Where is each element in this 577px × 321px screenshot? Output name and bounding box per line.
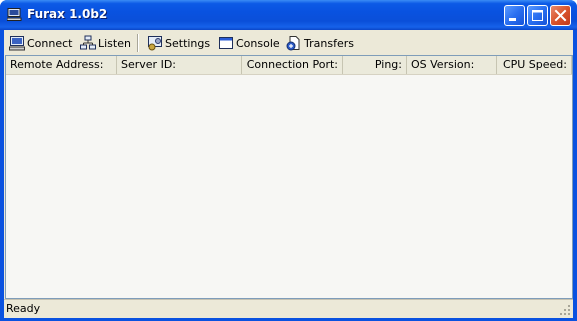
- column-header-cpu-speed[interactable]: CPU Speed:: [497, 56, 572, 74]
- column-header-os-version[interactable]: OS Version:: [407, 56, 497, 74]
- app-window: Furax 1.0b2 Connect Listen Settings Cons…: [0, 0, 577, 321]
- computer-connect-icon: [9, 36, 25, 51]
- settings-label: Settings: [165, 36, 211, 50]
- minimize-icon: [509, 18, 516, 21]
- toolbar-separator: [137, 34, 139, 52]
- computer-icon: [7, 8, 22, 21]
- transfers-label: Transfers: [304, 36, 354, 50]
- transfers-icon: [286, 36, 300, 51]
- maximize-button[interactable]: [527, 5, 548, 26]
- list-header: Remote Address: Server ID: Connection Po…: [6, 56, 572, 75]
- title-bar[interactable]: Furax 1.0b2: [0, 0, 577, 30]
- toolbar: Connect Listen Settings Console Transfer…: [4, 30, 573, 55]
- console-button[interactable]: Console: [218, 34, 280, 52]
- column-header-connection-port[interactable]: Connection Port:: [242, 56, 343, 74]
- status-bar: Ready: [4, 299, 573, 318]
- settings-icon: [148, 36, 162, 51]
- listen-button[interactable]: Listen: [80, 34, 131, 52]
- connect-label: Connect: [27, 36, 73, 50]
- resize-grip-icon[interactable]: [559, 304, 571, 316]
- console-window-icon: [219, 37, 233, 49]
- settings-button[interactable]: Settings: [147, 34, 210, 52]
- minimize-button[interactable]: [504, 5, 525, 26]
- status-text: Ready: [6, 302, 41, 315]
- maximize-icon: [532, 10, 543, 21]
- client-area: Connect Listen Settings Console Transfer…: [4, 30, 573, 318]
- network-listen-icon: [80, 35, 96, 50]
- column-header-server-id[interactable]: Server ID:: [117, 56, 242, 74]
- console-label: Console: [236, 36, 280, 50]
- window-title: Furax 1.0b2: [27, 7, 108, 21]
- connect-button[interactable]: Connect: [9, 34, 72, 52]
- connections-list[interactable]: Remote Address: Server ID: Connection Po…: [5, 55, 573, 299]
- column-header-ping[interactable]: Ping:: [343, 56, 407, 74]
- close-button[interactable]: [550, 5, 571, 26]
- close-icon: [554, 9, 567, 22]
- transfers-button[interactable]: Transfers: [286, 34, 354, 52]
- listen-label: Listen: [98, 36, 131, 50]
- column-header-remote-address[interactable]: Remote Address:: [6, 56, 117, 74]
